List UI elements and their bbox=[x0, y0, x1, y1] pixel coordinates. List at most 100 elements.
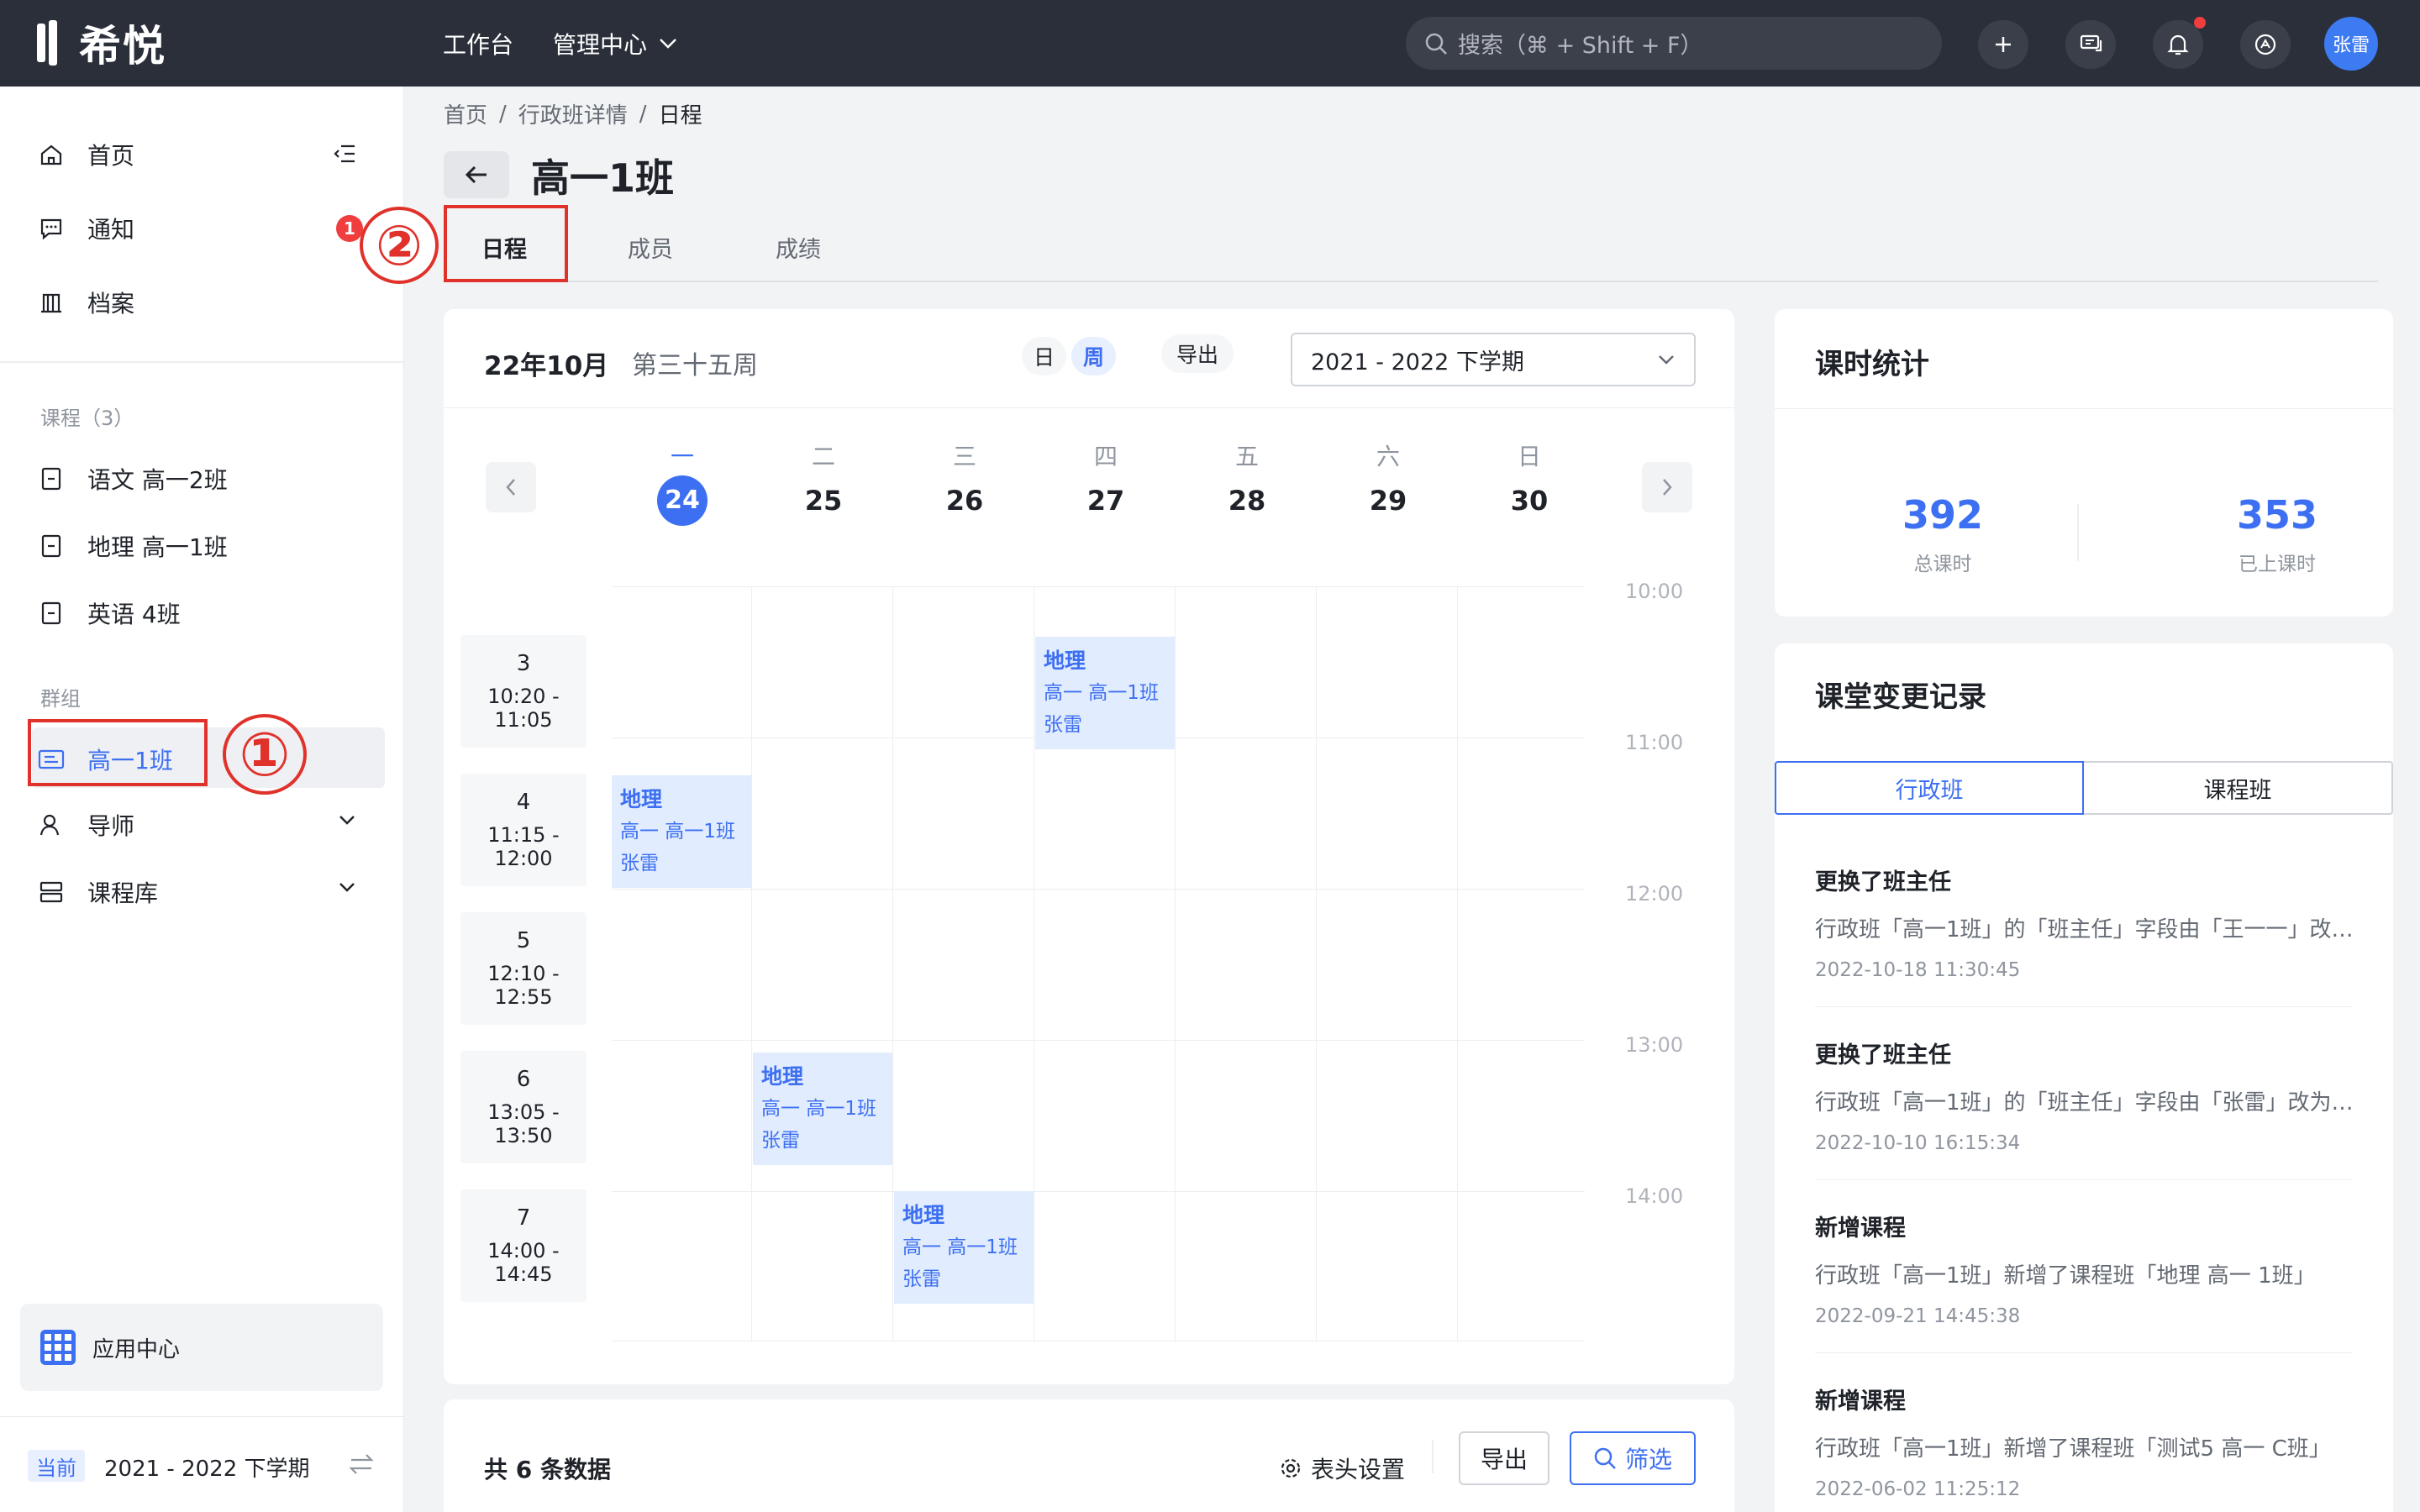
annotation-box-2 bbox=[444, 205, 568, 282]
chevron-down-icon[interactable] bbox=[338, 813, 356, 829]
sidebar-group-course-library[interactable]: 课程库 bbox=[37, 875, 158, 909]
grid-line bbox=[612, 889, 1585, 890]
nav-admin-label: 管理中心 bbox=[553, 31, 648, 59]
search-input[interactable]: 搜索（⌘ + Shift + F） bbox=[1406, 17, 1942, 70]
time-label: 12:00 bbox=[1625, 882, 1684, 906]
done-hours-label: 已上课时 bbox=[2238, 554, 2316, 575]
tab-members[interactable]: 成员 bbox=[628, 231, 673, 264]
filter-label: 筛选 bbox=[1624, 1446, 1672, 1473]
tab-grades[interactable]: 成绩 bbox=[776, 231, 821, 264]
view-switch: 日 周 bbox=[1022, 334, 1117, 378]
breadcrumb-class-detail[interactable]: 行政班详情 bbox=[518, 98, 628, 129]
tab-course-class[interactable]: 课程班 bbox=[2084, 761, 2393, 815]
chat-icon bbox=[2080, 34, 2102, 52]
stats-title: 课时统计 bbox=[1815, 348, 1929, 381]
log-time: 2022-06-02 11:25:12 bbox=[1815, 1478, 2021, 1500]
breadcrumb: 首页 / 行政班详情 / 日程 bbox=[444, 98, 702, 129]
schedule-export-button[interactable]: 导出 bbox=[1161, 334, 1234, 373]
app-name: 希悦 bbox=[79, 22, 166, 71]
app-logo[interactable]: 希悦 bbox=[37, 18, 166, 71]
chevron-right-icon bbox=[1663, 479, 1672, 496]
grid-line bbox=[612, 1040, 1585, 1041]
ai-assistant-button[interactable] bbox=[2240, 20, 2291, 69]
filter-button[interactable]: 筛选 bbox=[1570, 1431, 1696, 1485]
sidebar-item-archive[interactable]: 档案 bbox=[37, 286, 134, 319]
course-icon bbox=[37, 532, 66, 560]
app-center-button[interactable]: 应用中心 bbox=[20, 1304, 383, 1391]
stat-divider bbox=[2077, 504, 2079, 561]
day-number[interactable]: 30 bbox=[1504, 475, 1555, 526]
schedule-card: 22年10月 第三十五周 日 周 导出 2021 - 2022 下学期 一 二 … bbox=[444, 309, 1734, 1384]
prev-week-button[interactable] bbox=[486, 462, 536, 512]
add-button[interactable] bbox=[1978, 20, 2028, 69]
app-center-label: 应用中心 bbox=[92, 1336, 181, 1362]
day-number[interactable]: 27 bbox=[1081, 475, 1131, 526]
tab-divider bbox=[444, 281, 2378, 282]
log-separator bbox=[1815, 1179, 2353, 1180]
day-number[interactable]: 26 bbox=[939, 475, 990, 526]
plus-icon bbox=[1996, 37, 2011, 52]
course-icon bbox=[37, 465, 66, 493]
log-title: 新增课程 bbox=[1815, 1215, 1906, 1242]
notification-dot bbox=[2194, 17, 2206, 29]
period-time: 11:15 - 12:00 bbox=[487, 823, 560, 870]
sidebar-group-mentors[interactable]: 导师 bbox=[37, 808, 134, 842]
class-change-log-card: 课堂变更记录 行政班 课程班 更换了班主任 行政班「高一1班」的「班主任」字段由… bbox=[1775, 643, 2393, 1512]
day-number[interactable]: 29 bbox=[1363, 475, 1413, 526]
log-separator bbox=[1815, 1006, 2353, 1007]
day-number[interactable]: 28 bbox=[1222, 475, 1272, 526]
log-description: 行政班「高一1班」的「班主任」字段由「张雷」改为「王一一」 bbox=[1815, 1090, 2361, 1116]
schedule-event[interactable]: 地理 高一 高一1班 张雷 bbox=[894, 1191, 1034, 1304]
sidebar-item-label: 首页 bbox=[87, 142, 135, 170]
switch-term-icon[interactable] bbox=[348, 1452, 375, 1480]
sidebar-course-chinese[interactable]: 语文 高一2班 bbox=[37, 462, 228, 496]
event-subject: 地理 bbox=[620, 787, 663, 811]
view-week-button[interactable]: 周 bbox=[1071, 337, 1117, 375]
search-icon bbox=[1425, 33, 1447, 55]
header-settings-button[interactable]: 表头设置 bbox=[1279, 1452, 1405, 1485]
period-number: 5 bbox=[516, 928, 531, 953]
nav-workbench[interactable]: 工作台 bbox=[443, 27, 513, 60]
event-teacher: 张雷 bbox=[620, 853, 659, 874]
sidebar-item-home[interactable]: 首页 bbox=[37, 138, 134, 171]
sidebar-item-notifications[interactable]: 通知 bbox=[37, 212, 134, 245]
view-day-button[interactable]: 日 bbox=[1022, 337, 1067, 375]
period-slot: 6 13:05 - 13:50 bbox=[460, 1051, 587, 1163]
back-button[interactable] bbox=[444, 151, 509, 198]
schedule-event[interactable]: 地理 高一 高一1班 张雷 bbox=[612, 775, 751, 888]
log-time: 2022-10-18 11:30:45 bbox=[1815, 959, 2021, 981]
nav-admin[interactable]: 管理中心 bbox=[553, 27, 677, 60]
day-name: 日 bbox=[1517, 443, 1541, 470]
breadcrumb-home[interactable]: 首页 bbox=[444, 98, 487, 129]
term-select-value: 2021 - 2022 下学期 bbox=[1311, 349, 1524, 375]
period-slot: 3 10:20 - 11:05 bbox=[460, 635, 587, 748]
day-number[interactable]: 25 bbox=[798, 475, 849, 526]
home-icon bbox=[37, 140, 66, 169]
event-class: 高一 高一1班 bbox=[620, 821, 735, 843]
sidebar-item-label: 通知 bbox=[87, 216, 135, 244]
period-time: 12:10 - 12:55 bbox=[487, 962, 560, 1009]
sidebar-course-geography[interactable]: 地理 高一1班 bbox=[37, 529, 228, 563]
total-hours-label: 总课时 bbox=[1913, 554, 1972, 575]
collapse-sidebar-icon[interactable] bbox=[333, 143, 356, 168]
next-week-button[interactable] bbox=[1642, 462, 1692, 512]
sidebar-course-english[interactable]: 英语 4班 bbox=[37, 596, 181, 630]
day-name: 五 bbox=[1234, 443, 1259, 470]
schedule-event[interactable]: 地理 高一 高一1班 张雷 bbox=[753, 1053, 892, 1165]
assistant-icon bbox=[2254, 34, 2276, 55]
schedule-event[interactable]: 地理 高一 高一1班 张雷 bbox=[1035, 637, 1175, 749]
sidebar-item-label: 英语 4班 bbox=[87, 601, 181, 628]
grid-line bbox=[1457, 586, 1458, 1341]
term-select[interactable]: 2021 - 2022 下学期 bbox=[1291, 333, 1696, 386]
grid-line bbox=[1175, 586, 1176, 1341]
bell-icon bbox=[2167, 34, 2189, 55]
list-export-button[interactable]: 导出 bbox=[1459, 1431, 1549, 1485]
day-number-today[interactable]: 24 bbox=[657, 475, 708, 526]
user-avatar[interactable]: 张雷 bbox=[2324, 17, 2378, 71]
time-label: 13:00 bbox=[1625, 1033, 1684, 1057]
messages-button[interactable] bbox=[2065, 20, 2116, 69]
tab-admin-class[interactable]: 行政班 bbox=[1775, 761, 2084, 815]
chevron-down-icon[interactable] bbox=[338, 880, 356, 896]
breadcrumb-separator: / bbox=[639, 101, 647, 127]
day-name: 四 bbox=[1093, 443, 1118, 470]
